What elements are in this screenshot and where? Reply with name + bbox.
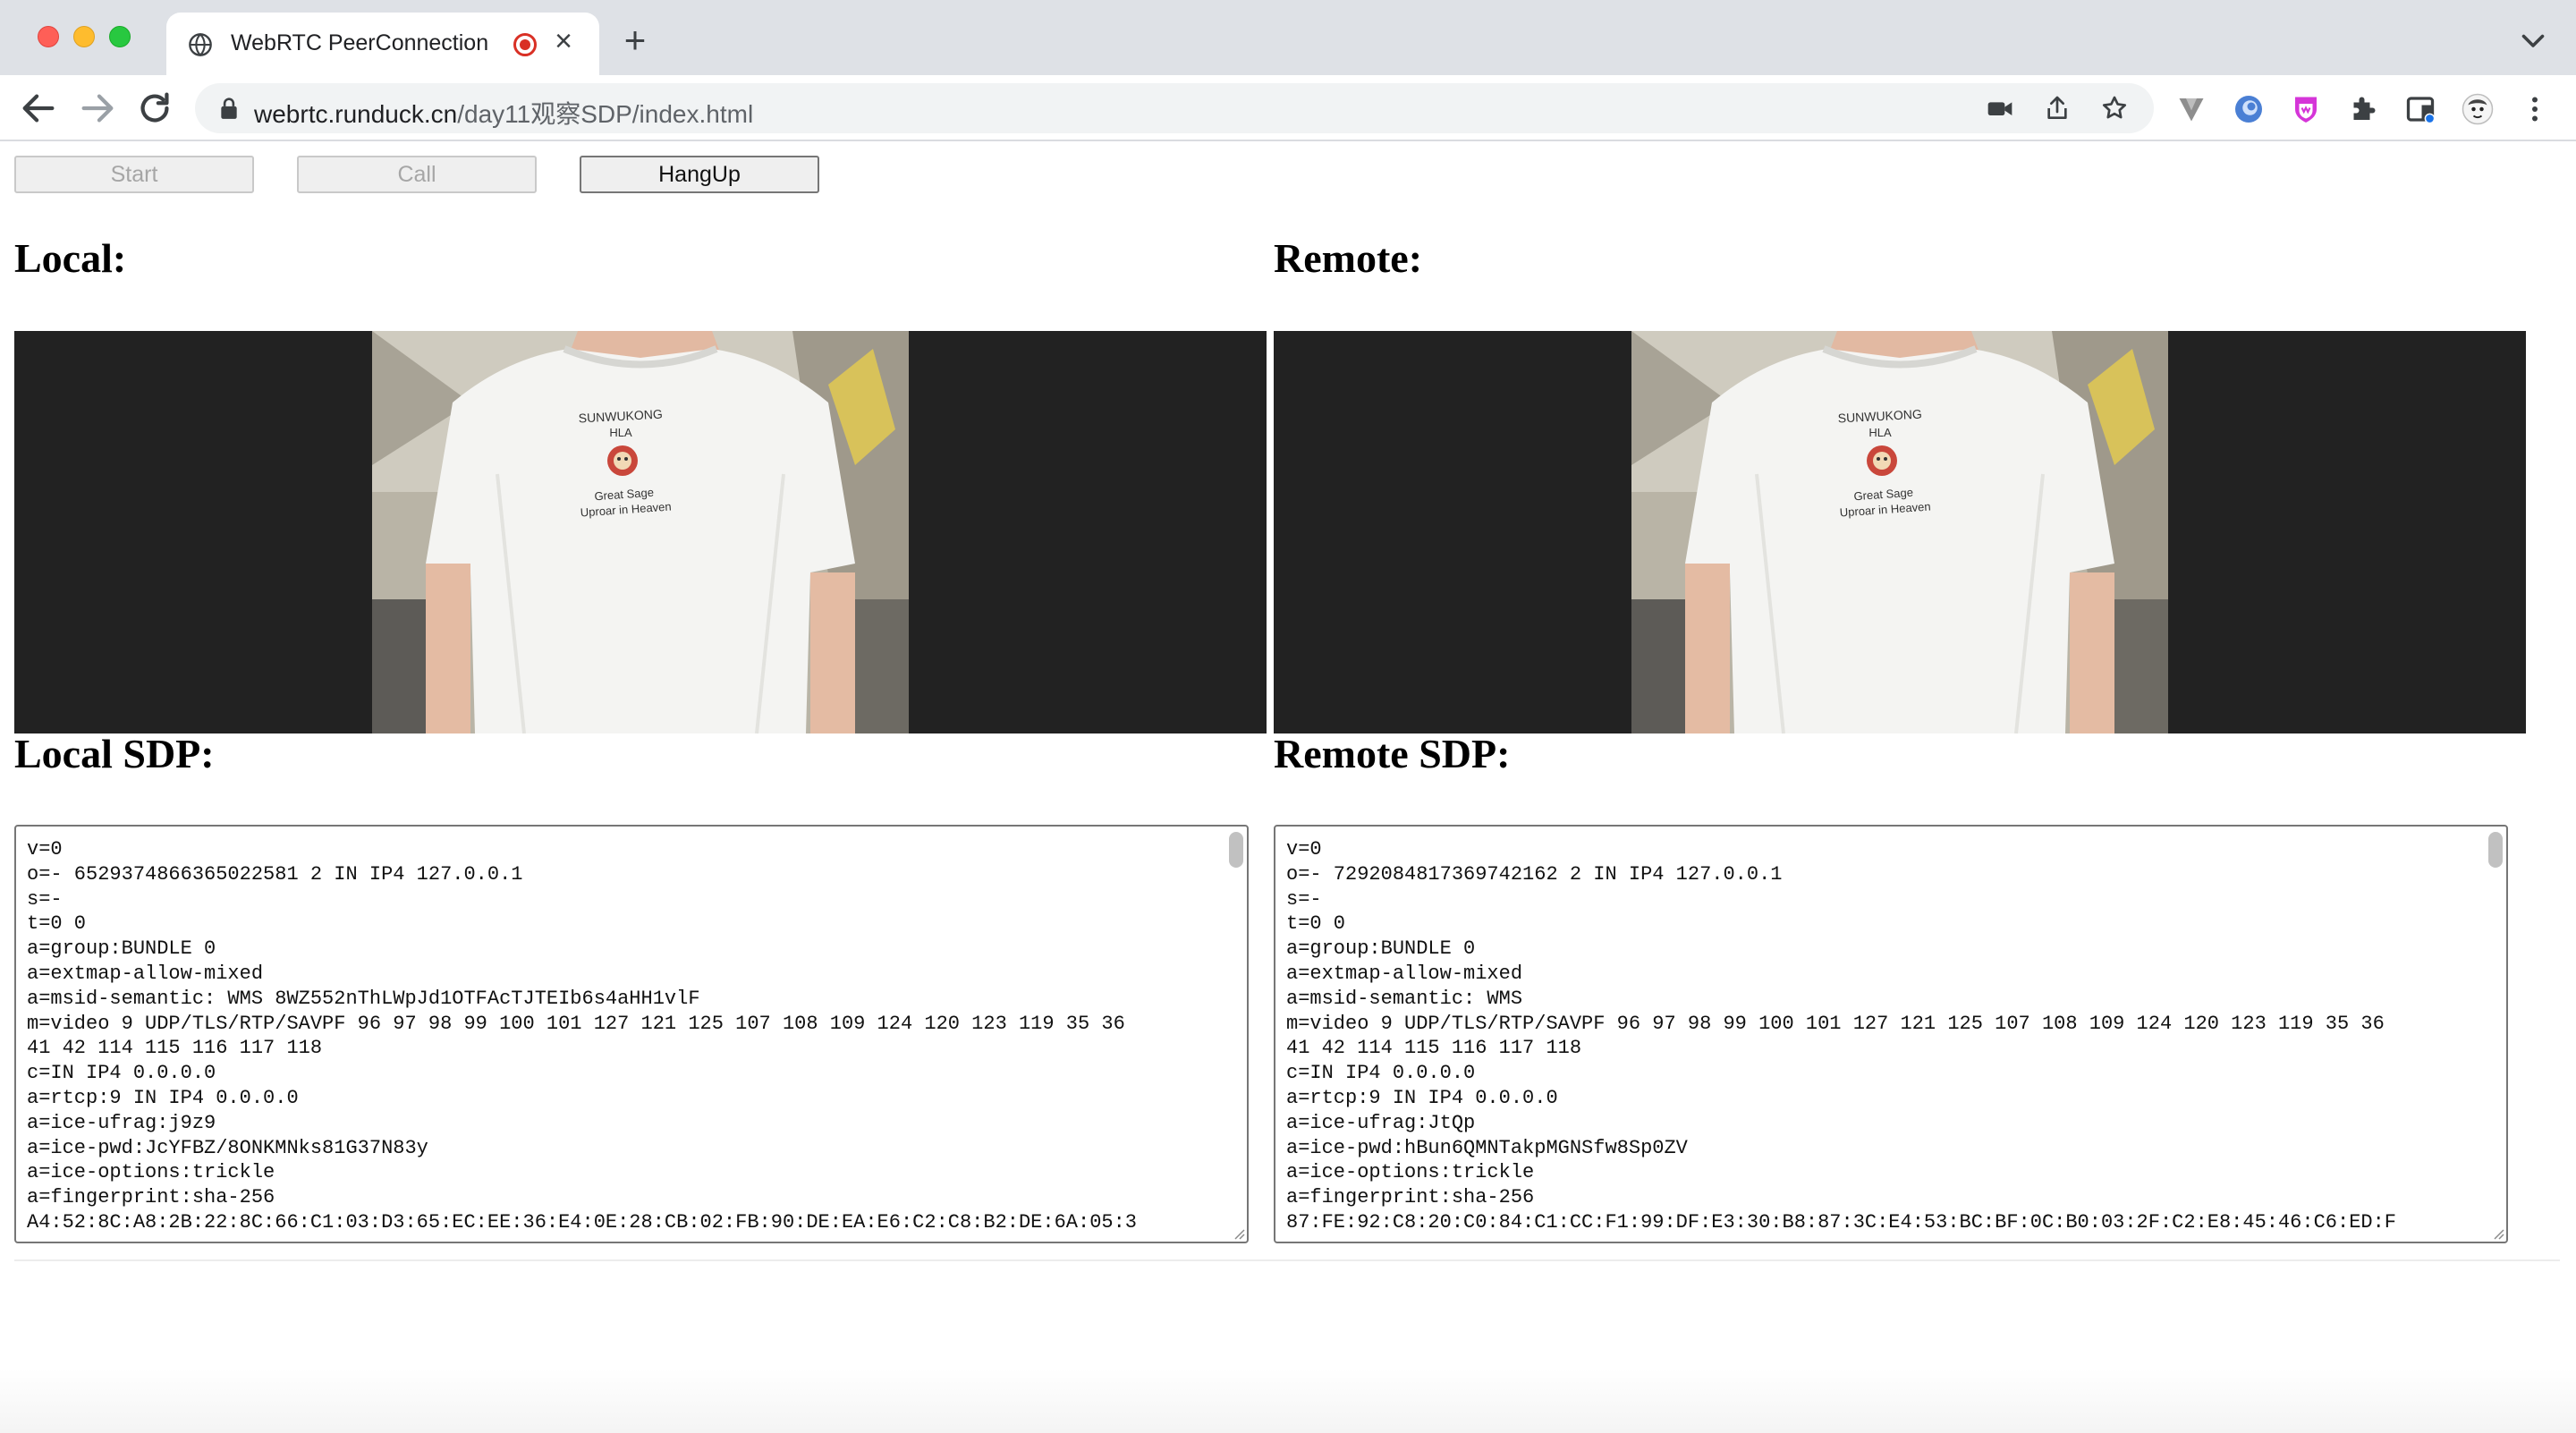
- sidebar-icon[interactable]: [2404, 93, 2436, 125]
- local-video-frame: SUNWUKONG HLA Great Sage Uproar in Heave…: [372, 331, 909, 733]
- page-content: Start Call HangUp Local: Remote: SUNWUKO…: [0, 141, 2576, 1433]
- window-close-button[interactable]: [38, 26, 59, 47]
- tab-strip: WebRTC PeerConnection × +: [0, 0, 2576, 75]
- lock-icon[interactable]: [218, 97, 240, 120]
- bookmark-star-icon[interactable]: [2100, 94, 2129, 123]
- back-icon[interactable]: [18, 88, 59, 129]
- remote-video[interactable]: SUNWUKONG HLA Great Sage Uproar in Heave…: [1274, 331, 2526, 733]
- camera-icon[interactable]: [1986, 94, 2014, 123]
- window-zoom-button[interactable]: [109, 26, 131, 47]
- resize-handle-icon[interactable]: [2490, 1225, 2504, 1240]
- resize-handle-icon[interactable]: [1231, 1225, 1245, 1240]
- shirt-text-line-2: HLA: [1868, 426, 1892, 439]
- recording-icon: [513, 33, 537, 56]
- window-bottom-edge: [0, 1369, 2576, 1433]
- reload-icon[interactable]: [134, 88, 175, 129]
- remote-sdp-heading: Remote SDP:: [1274, 731, 1511, 776]
- browser-toolbar: webrtc.runduck.cn/day11观察SDP/index.html: [0, 75, 2576, 141]
- extension-circle-icon[interactable]: [2233, 93, 2265, 125]
- url-text[interactable]: webrtc.runduck.cn/day11观察SDP/index.html: [254, 95, 753, 131]
- divider: [14, 1259, 2560, 1261]
- hangup-button[interactable]: HangUp: [580, 156, 819, 193]
- close-icon[interactable]: ×: [547, 25, 580, 57]
- local-heading: Local:: [14, 235, 127, 281]
- address-bar[interactable]: webrtc.runduck.cn/day11观察SDP/index.html: [195, 83, 2154, 133]
- avatar-icon[interactable]: [2462, 93, 2494, 125]
- remote-sdp-text: v=0 o=- 7292084817369742162 2 IN IP4 127…: [1286, 838, 2397, 1234]
- call-button[interactable]: Call: [297, 156, 537, 193]
- forward-icon[interactable]: [77, 88, 118, 129]
- start-button[interactable]: Start: [14, 156, 254, 193]
- remote-sdp-textarea[interactable]: v=0 o=- 7292084817369742162 2 IN IP4 127…: [1274, 825, 2508, 1243]
- local-sdp-text: v=0 o=- 6529374866365022581 2 IN IP4 127…: [27, 838, 1138, 1234]
- extension-v-icon[interactable]: [2175, 93, 2207, 125]
- local-sdp-heading: Local SDP:: [14, 731, 215, 776]
- extension-shield-icon[interactable]: [2290, 93, 2322, 125]
- tab-search-icon[interactable]: [2517, 27, 2549, 54]
- window-minimize-button[interactable]: [73, 26, 95, 47]
- url-host: webrtc.runduck.cn: [254, 100, 458, 128]
- tab-title: WebRTC PeerConnection: [231, 30, 489, 55]
- new-tab-icon[interactable]: +: [617, 21, 653, 59]
- url-path: /day11观察SDP/index.html: [457, 100, 754, 128]
- local-sdp-scrollbar[interactable]: [1229, 832, 1243, 868]
- kebab-menu-icon[interactable]: [2519, 93, 2551, 125]
- share-icon[interactable]: [2043, 94, 2072, 123]
- remote-video-frame: SUNWUKONG HLA Great Sage Uproar in Heave…: [1631, 331, 2168, 733]
- globe-icon: [189, 32, 212, 57]
- local-video[interactable]: SUNWUKONG HLA Great Sage Uproar in Heave…: [14, 331, 1267, 733]
- puzzle-icon[interactable]: [2347, 93, 2379, 125]
- tab-webrtc[interactable]: WebRTC PeerConnection ×: [166, 13, 599, 75]
- shirt-text-line-2: HLA: [609, 426, 632, 439]
- remote-heading: Remote:: [1274, 235, 1423, 281]
- local-sdp-textarea[interactable]: v=0 o=- 6529374866365022581 2 IN IP4 127…: [14, 825, 1249, 1243]
- remote-sdp-scrollbar[interactable]: [2488, 832, 2503, 868]
